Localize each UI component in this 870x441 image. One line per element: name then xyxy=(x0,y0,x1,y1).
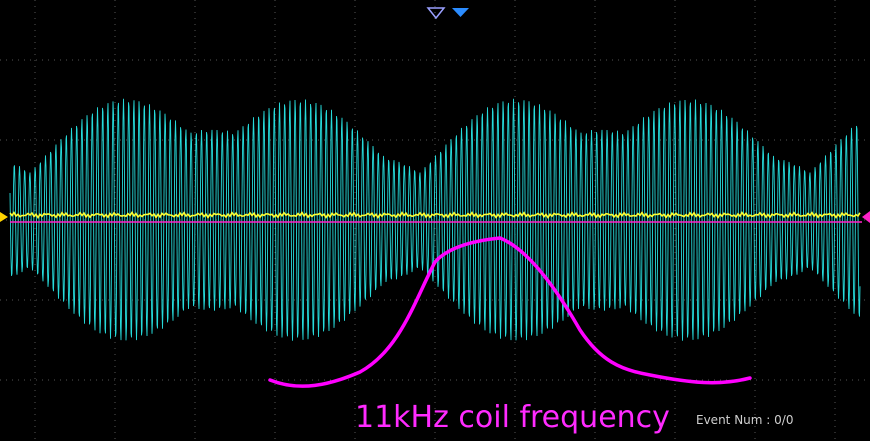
event-counter: Event Num : 0/0 xyxy=(696,413,793,427)
event-counter-value: 0/0 xyxy=(774,413,794,427)
annotation-label: 11kHz coil frequency xyxy=(355,400,670,435)
oscilloscope-display xyxy=(0,0,870,441)
event-counter-label: Event Num : xyxy=(696,413,771,427)
